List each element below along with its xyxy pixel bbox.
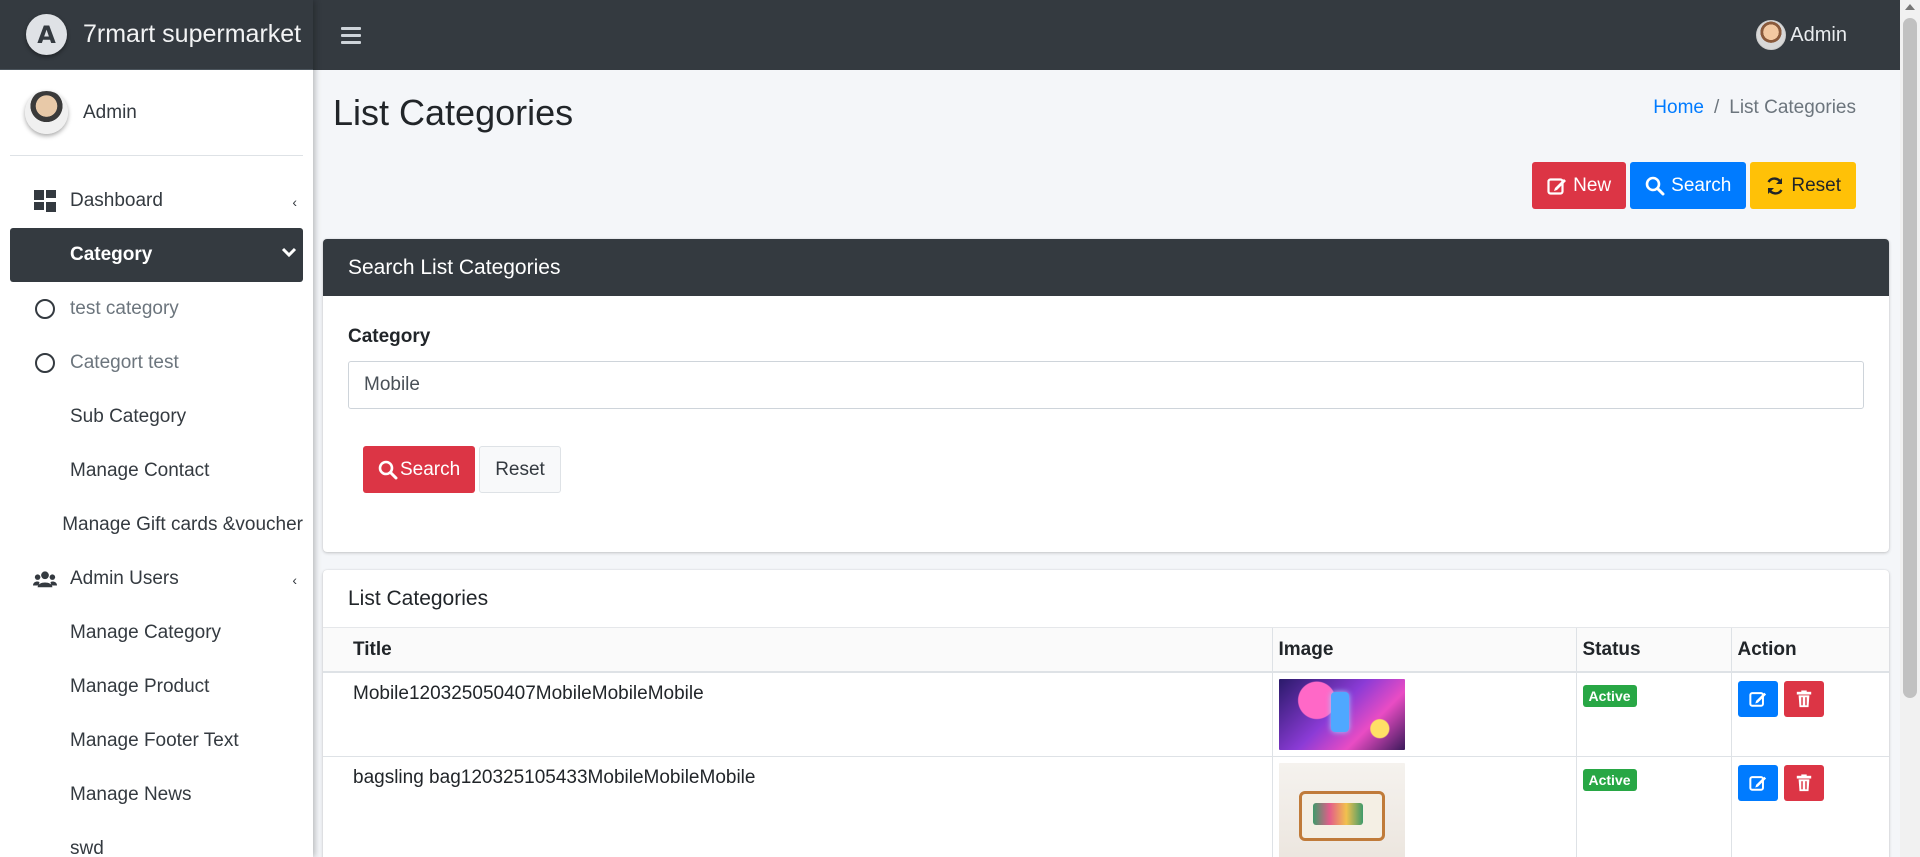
search-submit-label: Search — [400, 458, 461, 480]
sidebar-item-manage-contact[interactable]: Manage Contact — [10, 444, 303, 498]
search-toggle-button[interactable]: Search — [1630, 162, 1747, 209]
page-title: List Categories — [333, 92, 574, 133]
sidebar-item-manage-category[interactable]: Manage Category — [10, 606, 303, 660]
table-row: Mobile120325050407MobileMobileMobile Act… — [323, 672, 1889, 757]
row-title: bagsling bag120325105433MobileMobileMobi… — [323, 756, 1273, 857]
user-panel[interactable]: Admin — [10, 70, 303, 156]
status-badge[interactable]: Active — [1582, 768, 1637, 791]
sync-icon — [1767, 176, 1783, 195]
edit-row-button[interactable] — [1737, 681, 1778, 717]
breadcrumb-current: List Categories — [1729, 97, 1856, 118]
page-actions: New Search Reset — [1532, 162, 1856, 209]
breadcrumb: Home / List Categories — [1653, 97, 1856, 119]
sidebar-item-manage-product[interactable]: Manage Product — [10, 660, 303, 714]
sidebar-item-manage-gift-cards[interactable]: Manage Gift cards &voucher — [10, 498, 303, 552]
search-submit-button[interactable]: Search — [363, 446, 476, 493]
user-name: Admin — [83, 101, 137, 123]
trash-icon — [1796, 690, 1811, 708]
brand-link[interactable]: A 7rmart supermarket — [0, 0, 313, 70]
main-content: List Categories Home / List Categories N… — [313, 70, 1900, 857]
brand-logo-letter: A — [37, 20, 56, 49]
users-icon — [33, 567, 57, 591]
table-row: bagsling bag120325105433MobileMobileMobi… — [323, 756, 1889, 857]
sidebar-nav: Dashboard ‹ Category test category Categ… — [0, 174, 313, 857]
search-toggle-label: Search — [1671, 174, 1732, 196]
sidebar-item-admin-users[interactable]: Admin Users ‹ — [10, 552, 303, 606]
column-header-action: Action — [1731, 628, 1889, 673]
bag-thumbnail-image — [1278, 762, 1405, 857]
circle-icon — [35, 299, 55, 319]
column-header-title: Title — [323, 628, 1273, 673]
edit-icon — [1748, 775, 1766, 791]
sidebar-item-label: Dashboard — [70, 190, 163, 211]
sidebar-item-label: swd — [70, 838, 104, 857]
chevron-left-icon: ‹ — [292, 572, 297, 588]
sidebar-item-label: Categort test — [70, 352, 179, 373]
search-reset-button[interactable]: Reset — [479, 446, 561, 493]
sidebar-item-label: Manage Product — [70, 676, 210, 697]
sidebar-item-dashboard[interactable]: Dashboard ‹ — [10, 174, 303, 228]
page-scrollbar[interactable] — [1900, 0, 1920, 857]
new-button[interactable]: New — [1532, 162, 1627, 209]
breadcrumb-separator: / — [1713, 97, 1720, 118]
search-icon — [378, 460, 398, 479]
sidebar-item-label: Category — [70, 244, 153, 265]
sidebar-item-label: Manage Contact — [70, 460, 210, 481]
new-button-label: New — [1573, 174, 1612, 196]
sidebar-item-sub-category[interactable]: Sub Category — [10, 390, 303, 444]
edit-row-button[interactable] — [1737, 764, 1778, 801]
scroll-up-arrow-icon[interactable] — [1905, 4, 1915, 10]
search-icon — [1645, 176, 1665, 195]
reset-page-button[interactable]: Reset — [1750, 162, 1856, 209]
table-header-row: Title Image Status Action — [323, 628, 1889, 673]
edit-icon — [1748, 692, 1766, 707]
search-card-title: Search List Categories — [323, 239, 1889, 296]
column-header-image: Image — [1272, 628, 1577, 673]
column-header-status: Status — [1576, 628, 1732, 673]
list-card-title: List Categories — [323, 570, 1889, 628]
sidebar-item-manage-footer-text[interactable]: Manage Footer Text — [10, 714, 303, 768]
menu-toggle-icon[interactable] — [341, 23, 361, 48]
sidebar-item-label: Manage Category — [70, 622, 222, 643]
sidebar-item-label: Manage Gift cards &voucher — [62, 514, 303, 535]
list-card: List Categories Title Image Status Actio… — [323, 570, 1889, 857]
sidebar-item-test-category[interactable]: test category — [10, 282, 303, 336]
sidebar-item-category[interactable]: Category — [10, 228, 303, 282]
brand-name: 7rmart supermarket — [83, 20, 302, 48]
chevron-down-icon — [281, 247, 297, 258]
categories-table: Title Image Status Action Mobile12032505… — [323, 628, 1889, 857]
breadcrumb-home-link[interactable]: Home — [1653, 97, 1704, 119]
sidebar-item-label: Admin Users — [70, 568, 179, 589]
phone-thumbnail-image — [1278, 679, 1405, 750]
avatar — [25, 91, 68, 134]
sidebar-item-label: test category — [70, 298, 179, 319]
sidebar-item-swd[interactable]: swd — [10, 822, 303, 857]
search-actions: Search Reset — [363, 446, 561, 493]
dashboard-icon — [33, 189, 57, 213]
top-user-name: Admin — [1790, 23, 1847, 46]
circle-icon — [35, 353, 55, 373]
row-title: Mobile120325050407MobileMobileMobile — [323, 672, 1273, 757]
avatar — [1756, 20, 1787, 50]
sidebar-item-categort-test[interactable]: Categort test — [10, 336, 303, 390]
sidebar-item-manage-news[interactable]: Manage News — [10, 768, 303, 822]
sidebar: A 7rmart supermarket Admin Dashboard ‹ C… — [0, 0, 313, 857]
scrollbar-thumb[interactable] — [1903, 18, 1917, 698]
chevron-left-icon: ‹ — [292, 194, 297, 210]
category-search-input[interactable]: Mobile — [348, 361, 1864, 409]
top-user-menu[interactable]: Admin — [1756, 20, 1847, 50]
trash-icon — [1796, 773, 1811, 791]
search-card: Search List Categories Category Mobile S… — [323, 239, 1889, 552]
brand-logo: A — [26, 14, 67, 55]
delete-row-button[interactable] — [1783, 681, 1824, 717]
sidebar-item-label: Sub Category — [70, 406, 187, 427]
sidebar-item-label: Manage News — [70, 784, 192, 805]
sidebar-item-label: Manage Footer Text — [70, 730, 239, 751]
category-field-label: Category — [348, 326, 431, 347]
edit-icon — [1547, 177, 1567, 195]
top-navbar: Admin — [313, 0, 1900, 70]
reset-page-label: Reset — [1791, 174, 1841, 196]
status-badge[interactable]: Active — [1582, 685, 1637, 707]
delete-row-button[interactable] — [1783, 764, 1824, 801]
